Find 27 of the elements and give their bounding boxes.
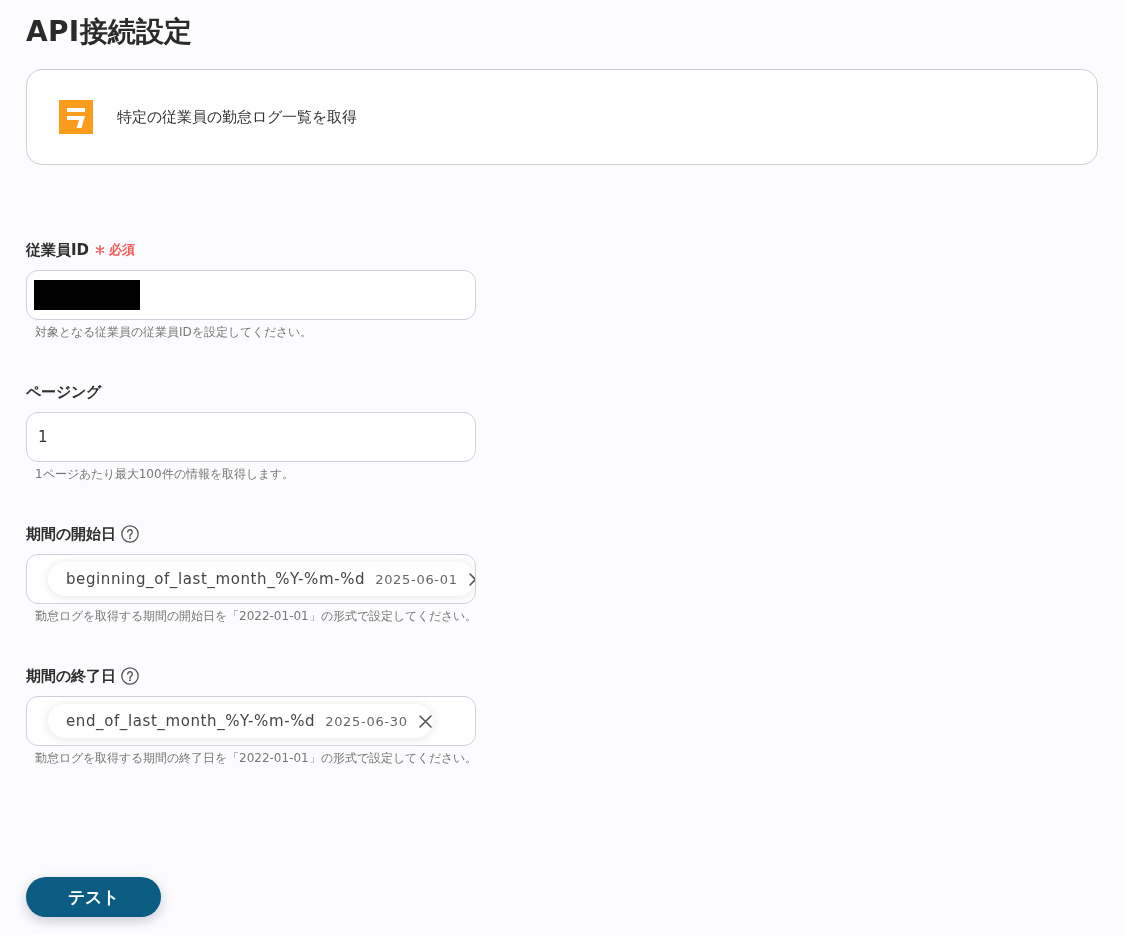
- variable-preview: 2025-06-30: [325, 713, 408, 729]
- field-label: ページング: [26, 382, 101, 402]
- close-icon[interactable]: [417, 713, 433, 729]
- variable-name: beginning_of_last_month_%Y-%m-%d: [66, 570, 366, 588]
- field-label: 従業員ID: [26, 240, 90, 260]
- field-hint: 1ページあたり最大100件の情報を取得します。: [35, 466, 295, 482]
- field-hint: 勤怠ログを取得する期間の開始日を「2022-01-01」の形式で設定してください。: [35, 608, 478, 624]
- input-field[interactable]: [26, 270, 476, 320]
- required-label: 必須: [109, 241, 136, 259]
- variable-chip[interactable]: end_of_last_month_%Y-%m-%d 2025-06-30: [48, 704, 433, 738]
- page-title: API接続設定: [26, 14, 194, 50]
- field-hint: 勤怠ログを取得する期間の終了日を「2022-01-01」の形式で設定してください。: [35, 750, 478, 766]
- field-label: 期間の終了日: [26, 666, 116, 686]
- variable-chip[interactable]: beginning_of_last_month_%Y-%m-%d 2025-06-01: [48, 562, 475, 596]
- input-field[interactable]: beginning_of_last_month_%Y-%m-%d 2025-06-01: [26, 554, 476, 604]
- help-icon[interactable]: [121, 667, 139, 685]
- test-button[interactable]: テスト: [26, 877, 161, 917]
- help-icon[interactable]: [121, 525, 139, 543]
- input-field[interactable]: 1: [26, 412, 476, 462]
- action-title: 特定の従業員の勤怠ログ一覧を取得: [117, 107, 357, 127]
- field-label: 期間の開始日: [26, 524, 116, 544]
- input-field[interactable]: end_of_last_month_%Y-%m-%d 2025-06-30: [26, 696, 476, 746]
- app-logo-icon: [59, 100, 93, 134]
- variable-preview: 2025-06-01: [375, 571, 458, 587]
- variable-name: end_of_last_month_%Y-%m-%d: [66, 712, 316, 730]
- close-icon[interactable]: [467, 571, 475, 587]
- field-hint: 対象となる従業員の従業員IDを設定してください。: [35, 324, 313, 340]
